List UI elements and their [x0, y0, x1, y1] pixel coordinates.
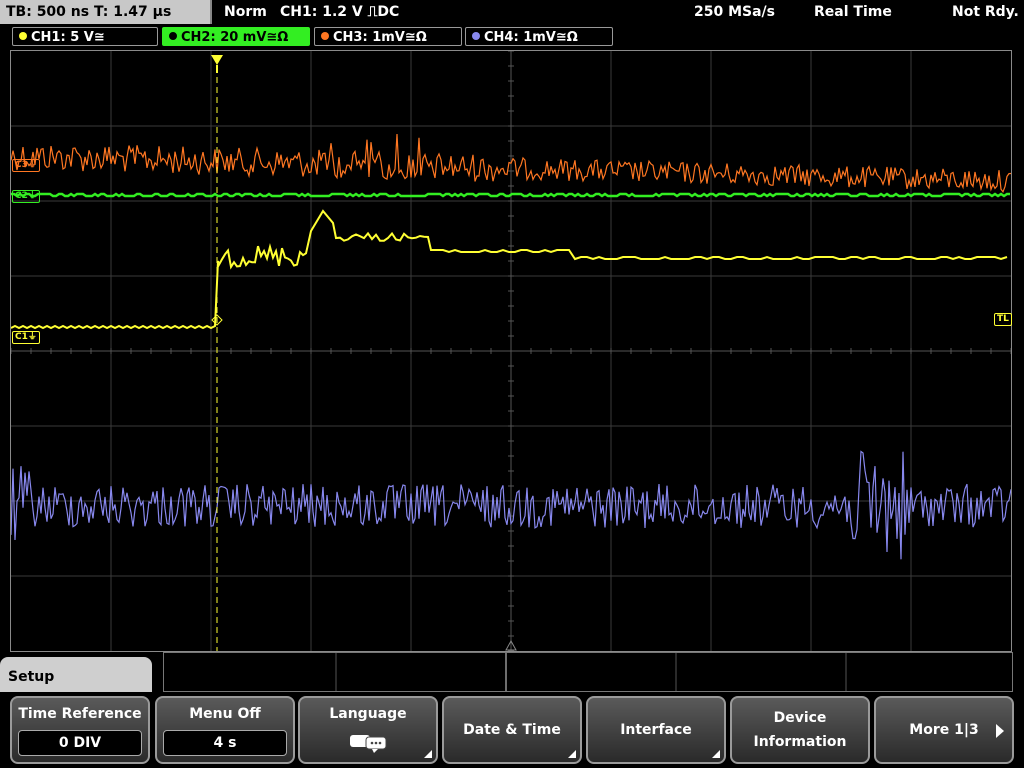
- ch1-trace: [11, 209, 1008, 330]
- submenu-indicator-icon: [712, 750, 720, 758]
- waveform-canvas[interactable]: [11, 51, 1011, 651]
- ch1-color-icon: [19, 32, 27, 40]
- waveform-display[interactable]: [10, 50, 1012, 652]
- menu-off-value: 4 s: [163, 730, 287, 756]
- language-button[interactable]: Language: [298, 696, 438, 764]
- ch3-color-icon: [321, 32, 329, 40]
- tab-ch3[interactable]: CH3: 1mV≅Ω: [314, 27, 462, 46]
- menu-off-button[interactable]: Menu Off 4 s: [155, 696, 295, 764]
- trigger-position-icon: [211, 55, 223, 65]
- trigger-source[interactable]: CH1: 1.2 V ⎍DC: [280, 0, 399, 24]
- next-page-icon: [996, 724, 1004, 738]
- acquisition-mode: Real Time: [814, 4, 892, 20]
- ch2-ground-marker[interactable]: C2⏚: [12, 190, 40, 203]
- speech-bubbles-icon: [350, 735, 387, 753]
- softkey-bar: Time Reference 0 DIV Menu Off 4 s Langua…: [0, 692, 1024, 768]
- ch3-ground-marker[interactable]: C3⏚: [12, 159, 40, 172]
- trigger-mode[interactable]: Norm: [224, 0, 267, 24]
- tab-ch2[interactable]: CH2: 20 mV≅Ω: [162, 27, 310, 46]
- ch1-ground-marker[interactable]: C1⏚: [12, 331, 40, 344]
- submenu-indicator-icon: [424, 750, 432, 758]
- time-reference-button[interactable]: Time Reference 0 DIV: [10, 696, 150, 764]
- time-reference-value: 0 DIV: [18, 730, 142, 756]
- timebase-readout[interactable]: TB: 500 ns T: 1.47 µs: [0, 0, 212, 24]
- ch2-trace: [11, 192, 1010, 198]
- tab-ch4[interactable]: CH4: 1mV≅Ω: [465, 27, 613, 46]
- device-information-button[interactable]: Device Information: [730, 696, 870, 764]
- more-button[interactable]: More 1|3: [874, 696, 1014, 764]
- ch2-color-icon: [169, 32, 177, 40]
- trigger-state: Not Rdy.: [952, 4, 1019, 20]
- ch4-color-icon: [472, 32, 480, 40]
- submenu-indicator-icon: [568, 750, 576, 758]
- tab-ch1[interactable]: CH1: 5 V≅: [12, 27, 158, 46]
- date-time-button[interactable]: Date & Time: [442, 696, 582, 764]
- sample-rate: 250 MSa/s: [694, 4, 776, 20]
- trigger-level-marker[interactable]: TL: [994, 313, 1012, 326]
- zoom-overview: [163, 652, 1013, 692]
- interface-button[interactable]: Interface: [586, 696, 726, 764]
- status-bar: TB: 500 ns T: 1.47 µs Norm CH1: 1.2 V ⎍D…: [0, 0, 1024, 26]
